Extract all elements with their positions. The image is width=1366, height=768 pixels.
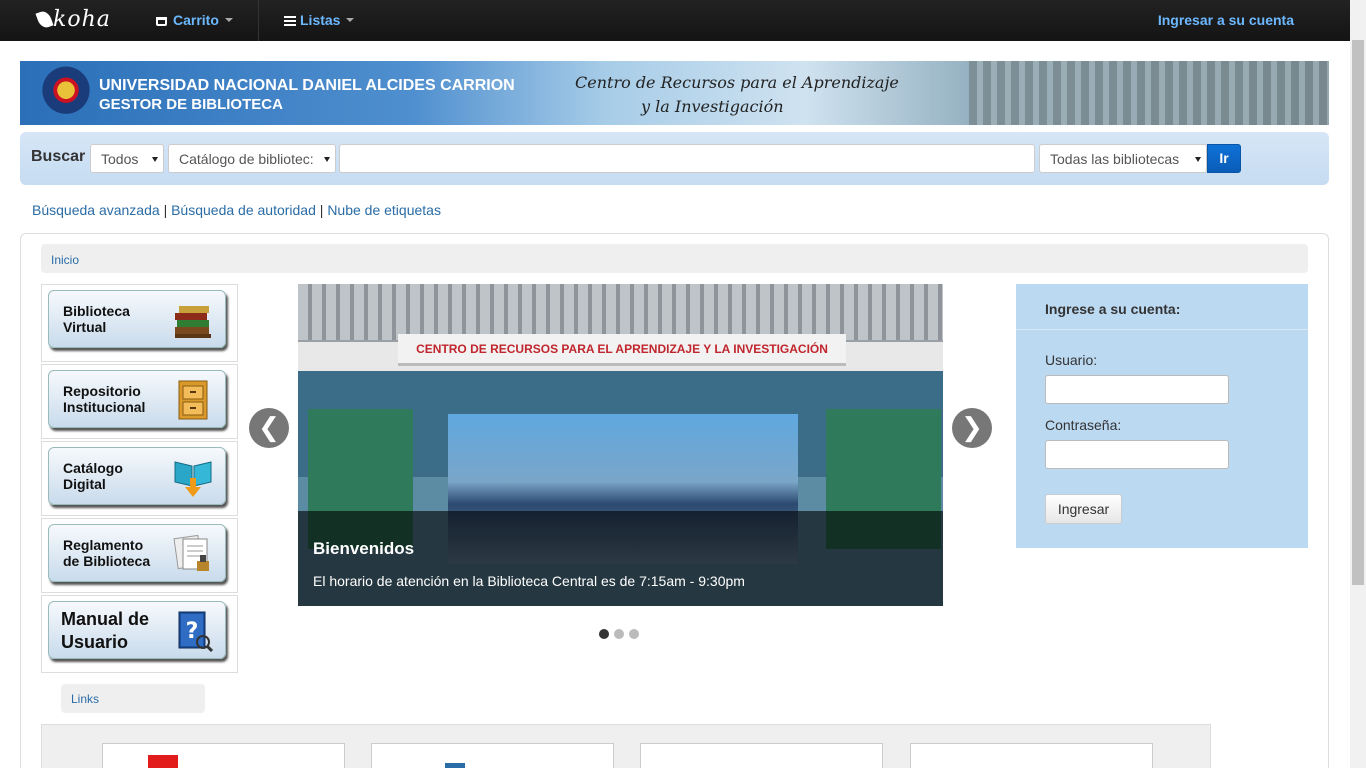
tile-repositorio-institucional[interactable]: Repositorio Institucional [41, 364, 238, 439]
tile-button[interactable]: Repositorio Institucional [48, 370, 226, 428]
partner-logo [148, 749, 298, 768]
main-content: Inicio Biblioteca Virtual Repositorio Inst… [20, 233, 1329, 768]
library-select-value: Todas las bibliotecas [1050, 151, 1180, 167]
banner-title: UNIVERSIDAD NACIONAL DANIEL ALCIDES CARR… [99, 77, 515, 94]
search-scope-select[interactable]: Todos [90, 144, 164, 173]
password-label: Contraseña: [1045, 417, 1122, 433]
link-separator: | [319, 202, 324, 218]
select-arrow-icon [324, 157, 330, 162]
link-separator: | [163, 202, 168, 218]
advanced-search-link[interactable]: Búsqueda avanzada [32, 202, 160, 218]
tile-reglamento-biblioteca[interactable]: Reglamento de Biblioteca [41, 518, 238, 593]
koha-logo[interactable]: koha [35, 7, 111, 32]
select-arrow-icon [1195, 157, 1201, 162]
tile-label: Repositorio Institucional [63, 383, 146, 415]
tile-button[interactable]: Reglamento de Biblioteca [48, 524, 226, 582]
carousel-dot-1[interactable] [599, 629, 609, 639]
tile-button[interactable]: Biblioteca Virtual [48, 290, 226, 348]
breadcrumb: Inicio [41, 244, 1308, 273]
search-go-button[interactable]: Ir [1207, 144, 1241, 173]
carousel-caption-title: Bienvenidos [313, 539, 415, 558]
catalog-select-value: Catálogo de bibliotec: [179, 151, 314, 167]
koha-leaf-icon [35, 9, 54, 30]
banner-script-line1: Centro de Recursos para el Aprendizaje [575, 73, 899, 92]
search-label: Buscar [31, 148, 86, 165]
authority-search-link[interactable]: Búsqueda de autoridad [171, 202, 316, 218]
list-icon [284, 16, 296, 26]
partner-card[interactable] [371, 743, 614, 768]
banner-script-line2: y la Investigación [641, 97, 784, 116]
tile-label: Reglamento de Biblioteca [63, 537, 151, 569]
login-divider [1016, 329, 1308, 330]
search-input[interactable] [339, 144, 1035, 173]
tile-biblioteca-virtual[interactable]: Biblioteca Virtual [41, 284, 238, 362]
cart-menu[interactable]: Carrito [156, 12, 233, 28]
cart-label: Carrito [173, 12, 219, 28]
tag-cloud-link[interactable]: Nube de etiquetas [327, 202, 441, 218]
partner-logo [956, 749, 1106, 768]
caret-down-icon [346, 18, 355, 22]
carousel-dot-3[interactable] [629, 629, 639, 639]
catalog-select[interactable]: Catálogo de bibliotec: [168, 144, 336, 173]
lists-label: Listas [300, 12, 341, 28]
login-link[interactable]: Ingresar a su cuenta [1158, 12, 1294, 28]
username-input[interactable] [1045, 375, 1229, 404]
books-icon [175, 306, 211, 338]
search-bar: Buscar Todos Catálogo de bibliotec: Toda… [20, 132, 1329, 185]
partner-card[interactable] [102, 743, 345, 768]
scrollbar-thumb[interactable] [1352, 40, 1364, 585]
tile-button[interactable]: Manual de Usuario ? [48, 601, 226, 659]
open-book-download-icon [174, 461, 212, 497]
koha-brand-text: koha [53, 7, 111, 32]
search-links: Búsqueda avanzada | Búsqueda de autorida… [32, 202, 441, 218]
partner-card[interactable] [640, 743, 883, 768]
university-seal-icon [42, 65, 90, 121]
nav-divider [258, 0, 259, 41]
page-scrollbar[interactable] [1350, 0, 1366, 768]
tile-label: Biblioteca Virtual [63, 303, 130, 335]
select-arrow-icon [152, 157, 158, 162]
carousel-prev-button[interactable]: ❮ [249, 408, 289, 448]
welcome-carousel[interactable]: CENTRO DE RECURSOS PARA EL APRENDIZAJE Y… [298, 284, 943, 606]
carousel-indicators [599, 626, 644, 644]
links-tab-label[interactable]: Links [71, 692, 99, 706]
cart-icon [156, 17, 167, 26]
tile-label: Catálogo Digital [63, 460, 123, 492]
documents-icon [173, 534, 209, 571]
carousel-caption-text: El horario de atención en la Biblioteca … [313, 573, 745, 589]
tile-catalogo-digital[interactable]: Catálogo Digital [41, 441, 238, 516]
library-select[interactable]: Todas las bibliotecas [1039, 144, 1207, 173]
top-navbar: koha Carrito Listas Ingresar a su cuenta [0, 0, 1350, 41]
login-title: Ingrese a su cuenta: [1045, 301, 1181, 317]
login-submit-button[interactable]: Ingresar [1045, 494, 1122, 524]
tile-manual-usuario[interactable]: Manual de Usuario ? [41, 595, 238, 673]
tile-label: Manual de Usuario [61, 609, 150, 652]
banner-subtitle: GESTOR DE BIBLIOTECA [99, 96, 283, 113]
file-cabinet-icon [178, 380, 208, 420]
carousel-next-button[interactable]: ❯ [952, 408, 992, 448]
partner-logo [686, 749, 836, 768]
banner-building-photo [969, 61, 1329, 125]
library-banner: UNIVERSIDAD NACIONAL DANIEL ALCIDES CARR… [20, 61, 1329, 125]
breadcrumb-home-link[interactable]: Inicio [51, 253, 79, 267]
password-input[interactable] [1045, 440, 1229, 469]
links-tab: Links [61, 684, 205, 713]
partner-logo [417, 749, 567, 768]
help-manual-icon: ? [178, 611, 213, 652]
carousel-caption: Bienvenidos El horario de atención en la… [298, 511, 943, 606]
carousel-photo-roof [298, 284, 943, 340]
search-scope-value: Todos [101, 151, 139, 167]
partner-card[interactable] [910, 743, 1153, 768]
lists-menu[interactable]: Listas [284, 12, 355, 28]
username-label: Usuario: [1045, 352, 1098, 368]
login-panel: Ingrese a su cuenta: Usuario: Contraseña… [1016, 284, 1308, 548]
caret-down-icon [224, 18, 233, 22]
carousel-photo-sign: CENTRO DE RECURSOS PARA EL APRENDIZAJE Y… [398, 334, 846, 366]
tile-button[interactable]: Catálogo Digital [48, 447, 226, 505]
carousel-dot-2[interactable] [614, 629, 624, 639]
partner-links [41, 724, 1211, 768]
